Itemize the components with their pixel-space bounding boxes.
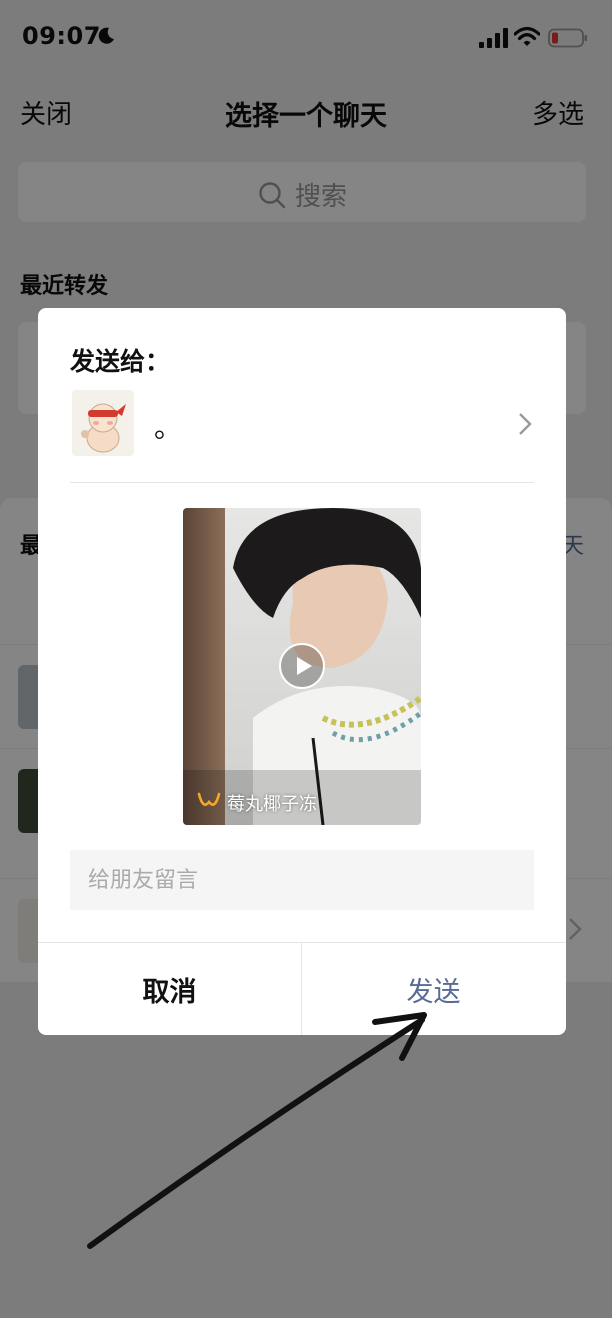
cancel-button[interactable]: 取消: [38, 943, 301, 1035]
send-button[interactable]: 发送: [302, 943, 565, 1035]
video-thumbnail[interactable]: 莓丸椰子冻: [183, 508, 421, 825]
channel-name: 莓丸椰子冻: [227, 794, 317, 815]
channels-logo-icon: [197, 792, 221, 806]
avatar: [72, 390, 134, 456]
recipient-name: 。: [154, 411, 183, 444]
dialog-title: 发送给：: [70, 347, 171, 376]
play-icon[interactable]: [278, 642, 326, 690]
cartoon-character-avatar-icon: [81, 403, 126, 453]
send-to-dialog: 发送给： 。 莓丸椰子冻 给朋友留言 取消 发送: [38, 308, 566, 1035]
message-input[interactable]: [70, 850, 534, 910]
dialog-button-bar: 取消 发送: [38, 942, 566, 1035]
divider: [70, 482, 534, 483]
recipient-row[interactable]: 。: [70, 388, 534, 464]
chevron-right-icon: [519, 413, 532, 435]
